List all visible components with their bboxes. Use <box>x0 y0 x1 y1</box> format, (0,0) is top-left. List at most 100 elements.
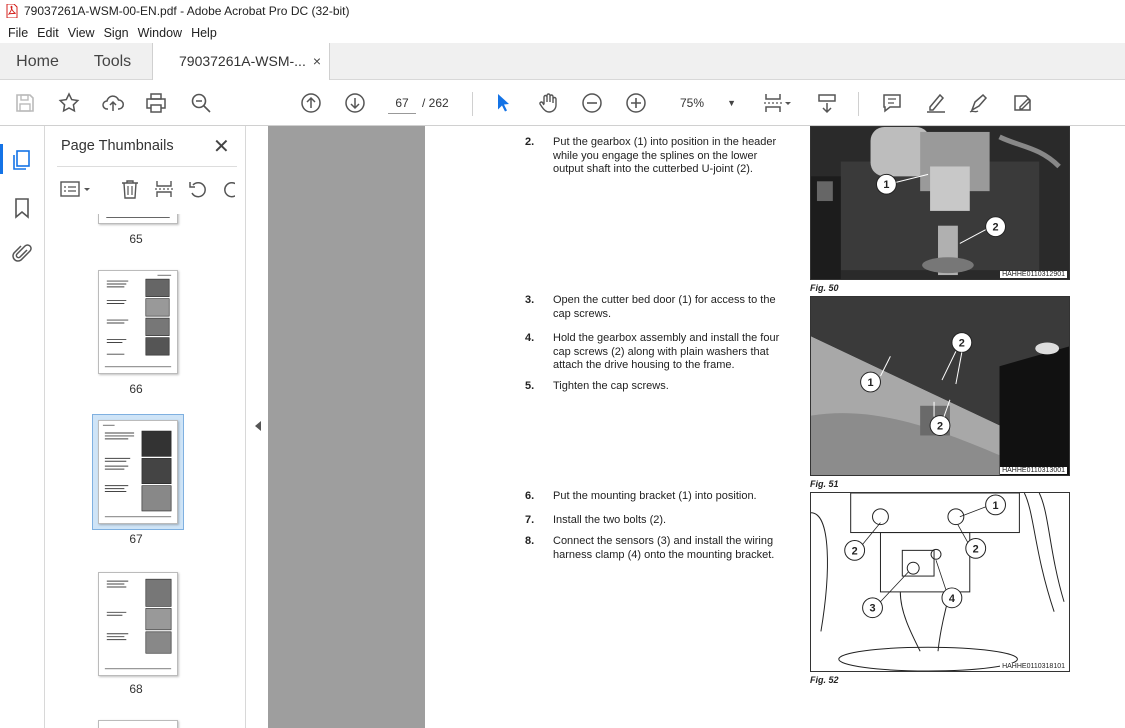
thumbnail-page-number: 67 <box>129 532 143 546</box>
thumbnail-page[interactable] <box>98 720 178 728</box>
step-number: 6. <box>525 490 535 502</box>
figure-caption: Fig. 52 <box>810 675 839 685</box>
menu-edit[interactable]: Edit <box>33 26 63 40</box>
tab-tools[interactable]: Tools <box>75 43 150 80</box>
thumbnail-page[interactable] <box>98 270 178 374</box>
zoom-in-icon[interactable] <box>623 90 649 116</box>
callout-label: 2 <box>993 222 999 234</box>
step-number: 7. <box>525 514 535 526</box>
thumbnail-list: 65 66 67 68 <box>45 214 227 728</box>
figure-code: HAHHE0110312901 <box>1000 271 1067 278</box>
document-viewport[interactable]: 2. Put the gearbox (1) into position in … <box>268 126 1125 728</box>
window-title: 79037261A-WSM-00-EN.pdf - Adobe Acrobat … <box>24 4 350 18</box>
thumbnail-page-selected[interactable] <box>98 420 178 524</box>
thumbnail-page[interactable] <box>98 572 178 676</box>
toolbar-divider <box>858 92 859 116</box>
callout-label: 1 <box>993 500 999 512</box>
zoom-out-icon[interactable] <box>579 90 605 116</box>
menu-view[interactable]: View <box>64 26 99 40</box>
menu-sign[interactable]: Sign <box>100 26 133 40</box>
step-number: 5. <box>525 380 535 392</box>
rotate-left-icon[interactable] <box>187 178 209 200</box>
pdf-page: 2. Put the gearbox (1) into position in … <box>425 126 1125 728</box>
panel-divider <box>57 166 237 167</box>
figure-image: 1 2 2 HAHHE0110313001 <box>810 296 1070 476</box>
step-item: 7. Install the two bolts (2). <box>525 514 805 530</box>
menu-window[interactable]: Window <box>134 26 186 40</box>
figure-caption: Fig. 50 <box>810 283 839 293</box>
step-number: 3. <box>525 294 535 306</box>
step-item: 2. Put the gearbox (1) into position in … <box>525 136 805 196</box>
cutter-bed-photo: 1 2 2 <box>811 297 1069 475</box>
active-indicator <box>0 144 3 174</box>
thumbnail-options-icon[interactable] <box>59 178 93 200</box>
step-text: Put the gearbox (1) into position in the… <box>553 136 777 175</box>
toolbar: 67 / 262 75% ▼ <box>0 80 1125 126</box>
select-cursor-icon[interactable] <box>490 90 516 116</box>
figure-code: HAHHE0110318101 <box>1000 663 1067 670</box>
bookmark-star-icon[interactable] <box>56 90 82 116</box>
callout-label: 3 <box>869 603 875 615</box>
step-number: 4. <box>525 332 535 344</box>
menu-file[interactable]: File <box>4 26 32 40</box>
page-thumbnails-panel: Page Thumbnails ✕ 65 66 67 68 <box>45 126 288 728</box>
step-number: 2. <box>525 136 535 148</box>
step-item: 8. Connect the sensors (3) and install t… <box>525 535 805 579</box>
zoom-level-value: 75% <box>680 96 705 110</box>
step-item: 4. Hold the gearbox assembly and install… <box>525 332 805 376</box>
step-text: Tighten the cap screws. <box>553 380 669 392</box>
attachments-icon[interactable] <box>10 242 34 266</box>
rotate-right-icon[interactable] <box>221 178 235 200</box>
callout-label: 1 <box>883 179 889 191</box>
close-icon[interactable]: ✕ <box>213 134 230 159</box>
extract-pages-icon[interactable] <box>153 178 175 200</box>
menu-help[interactable]: Help <box>187 26 221 40</box>
bookmarks-icon[interactable] <box>10 196 34 220</box>
previous-page-icon[interactable] <box>298 90 324 116</box>
step-number: 8. <box>525 535 535 547</box>
zoom-level-select[interactable]: 75% ▼ <box>672 92 740 114</box>
fill-sign-icon[interactable] <box>1010 90 1036 116</box>
callout-label: 1 <box>868 377 874 389</box>
page-display-dropdown-icon[interactable] <box>783 90 793 116</box>
mounting-bracket-line-drawing: 1 2 2 3 4 <box>811 493 1069 671</box>
left-navigation-rail <box>0 126 45 728</box>
next-page-icon[interactable] <box>342 90 368 116</box>
step-text: Open the cutter bed door (1) for access … <box>553 294 776 320</box>
tab-document[interactable]: 79037261A-WSM-... × <box>152 43 330 81</box>
callout-label: 2 <box>937 421 943 433</box>
step-item: 6. Put the mounting bracket (1) into pos… <box>525 490 805 506</box>
callout-label: 2 <box>973 543 979 555</box>
toolbar-divider <box>472 92 473 116</box>
delete-icon[interactable] <box>119 178 141 200</box>
thumbnail-page[interactable] <box>98 214 178 224</box>
page-thumbnails-icon[interactable] <box>10 148 34 172</box>
comment-icon[interactable] <box>879 90 905 116</box>
scroll-mode-icon[interactable] <box>814 90 840 116</box>
page-number-input[interactable]: 67 <box>388 92 416 114</box>
highlight-pen-icon[interactable] <box>923 90 949 116</box>
cloud-upload-icon[interactable] <box>100 90 126 116</box>
tab-document-label: 79037261A-WSM-... <box>179 53 306 69</box>
step-item: 5. Tighten the cap screws. <box>525 380 805 396</box>
step-item: 3. Open the cutter bed door (1) for acce… <box>525 294 805 324</box>
tab-home[interactable]: Home <box>0 43 75 80</box>
save-icon[interactable] <box>12 90 38 116</box>
panel-splitter[interactable] <box>245 126 268 728</box>
tab-close-icon[interactable]: × <box>313 43 321 80</box>
callout-label: 2 <box>852 545 858 557</box>
chevron-down-icon: ▼ <box>727 98 736 108</box>
hand-tool-icon[interactable] <box>535 90 561 116</box>
sign-pen-icon[interactable] <box>966 90 992 116</box>
collapse-panel-icon[interactable] <box>254 420 262 435</box>
step-text: Connect the sensors (3) and install the … <box>553 535 775 561</box>
thumbnail-page-number: 68 <box>129 682 143 696</box>
figure-image: 1 2 2 3 4 HAHHE0110318101 <box>810 492 1070 672</box>
callout-label: 4 <box>949 593 955 605</box>
print-icon[interactable] <box>143 90 169 116</box>
step-text: Install the two bolts (2). <box>553 514 667 526</box>
thumbnail-page-number: 66 <box>129 382 143 396</box>
panel-title: Page Thumbnails <box>61 138 174 154</box>
zoom-search-icon[interactable] <box>188 90 214 116</box>
title-bar: 79037261A-WSM-00-EN.pdf - Adobe Acrobat … <box>0 0 1125 22</box>
